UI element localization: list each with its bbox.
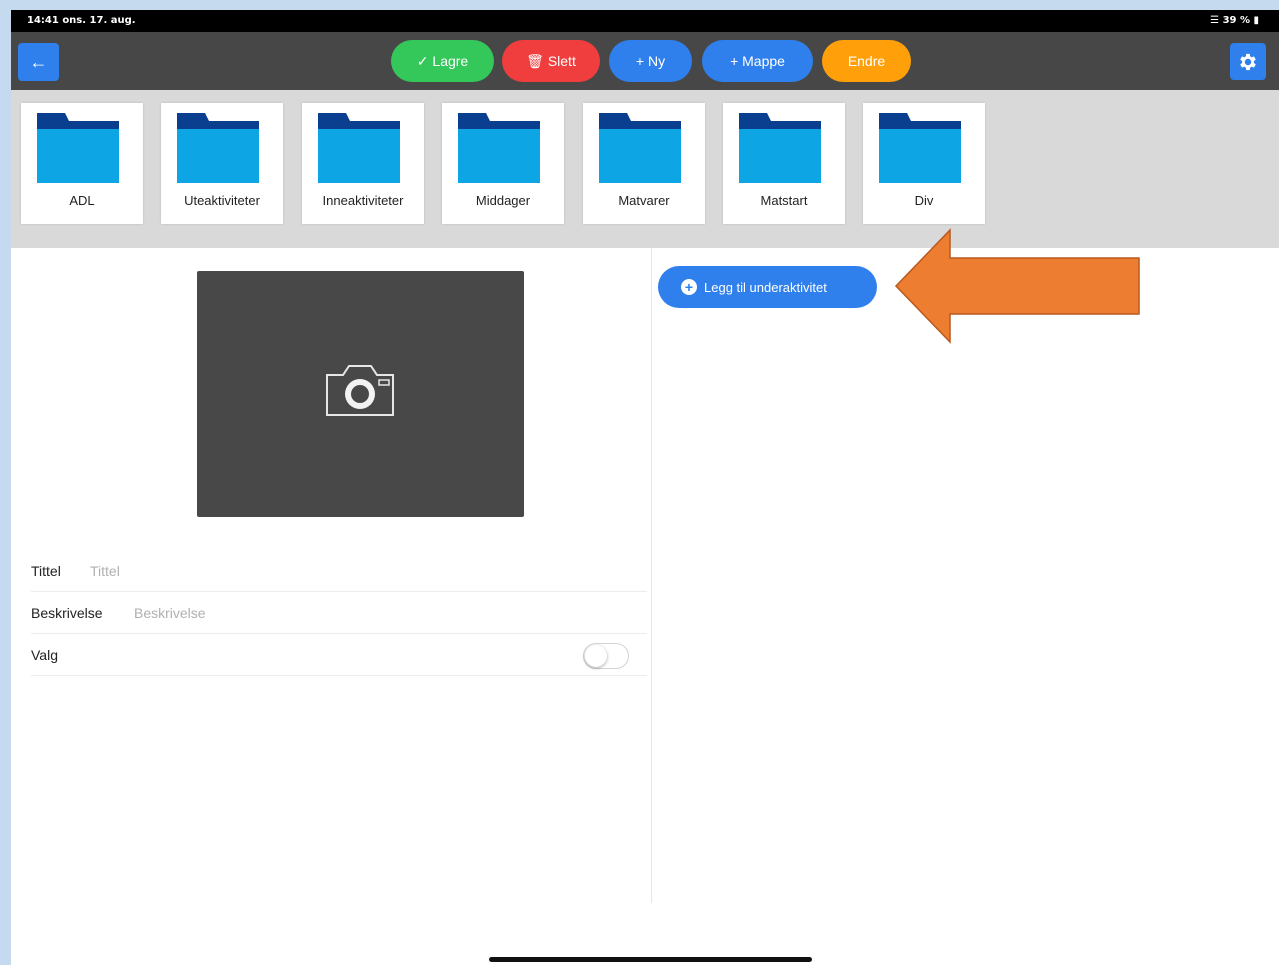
choice-toggle[interactable] [583, 643, 629, 669]
toolbar: ← ✓ Lagre 🗑 Slett + Ny + Mappe Endre [11, 32, 1279, 90]
delete-button[interactable]: 🗑 Slett [502, 40, 600, 82]
folder-bar: ADL Uteaktiviteter Inneaktiviteter Midda… [11, 90, 1279, 248]
camera-icon [326, 365, 394, 416]
battery-level: 39 % [1222, 15, 1250, 26]
folder-icon [37, 113, 119, 183]
image-picker[interactable] [197, 271, 524, 517]
title-row: Tittel Tittel [31, 550, 647, 592]
folder-label: Matvarer [618, 193, 670, 208]
wifi-icon: ☰ [1210, 15, 1220, 26]
battery-icon: ▮ [1253, 15, 1259, 26]
panel-divider [651, 248, 652, 903]
add-subactivity-button[interactable]: + Legg til underaktivitet [658, 266, 877, 308]
annotation-arrow-icon [894, 228, 1140, 344]
settings-button[interactable] [1230, 43, 1266, 80]
add-subactivity-label: Legg til underaktivitet [704, 279, 827, 295]
description-input[interactable]: Beskrivelse [134, 605, 206, 621]
folder-card[interactable]: Matstart [723, 103, 845, 224]
folder-label: Middager [475, 193, 531, 208]
folder-icon [458, 113, 540, 183]
edit-button[interactable]: Endre [822, 40, 911, 82]
folder-label: Inneaktiviteter [322, 193, 404, 208]
description-row: Beskrivelse Beskrivelse [31, 592, 647, 634]
gear-icon [1240, 53, 1256, 70]
folder-icon [318, 113, 400, 183]
plus-circle-icon: + [681, 279, 697, 295]
folder-icon [177, 113, 259, 183]
folder-card[interactable]: Uteaktiviteter [161, 103, 283, 224]
choice-label: Valg [31, 647, 58, 663]
back-button[interactable]: ← [18, 43, 59, 81]
folder-card[interactable]: Div [863, 103, 985, 224]
folder-card[interactable]: Inneaktiviteter [302, 103, 424, 224]
save-button[interactable]: ✓ Lagre [391, 40, 494, 82]
arrow-left-icon: ← [29, 51, 48, 72]
title-label: Tittel [31, 563, 61, 579]
toggle-knob [585, 645, 607, 667]
status-icons: ☰ 39 % ▮ [1210, 15, 1259, 26]
folder-icon [739, 113, 821, 183]
folder-label: Matstart [760, 193, 808, 208]
status-time: 14:41 ons. 17. aug. [27, 15, 136, 26]
folder-label: ADL [69, 193, 95, 208]
app-window: 14:41 ons. 17. aug. ☰ 39 % ▮ ← ✓ Lagre 🗑… [11, 10, 1279, 965]
folder-icon [879, 113, 961, 183]
status-bar: 14:41 ons. 17. aug. ☰ 39 % ▮ [11, 10, 1279, 32]
choice-row: Valg [31, 634, 647, 676]
home-indicator [489, 957, 812, 962]
title-input[interactable]: Tittel [90, 563, 120, 579]
new-folder-button[interactable]: + Mappe [702, 40, 813, 82]
folder-card[interactable]: ADL [21, 103, 143, 224]
folder-card[interactable]: Middager [442, 103, 564, 224]
folder-icon [599, 113, 681, 183]
description-label: Beskrivelse [31, 605, 103, 621]
folder-label: Div [914, 193, 934, 208]
new-button[interactable]: + Ny [609, 40, 692, 82]
folder-card[interactable]: Matvarer [583, 103, 705, 224]
folder-label: Uteaktiviteter [184, 193, 260, 208]
